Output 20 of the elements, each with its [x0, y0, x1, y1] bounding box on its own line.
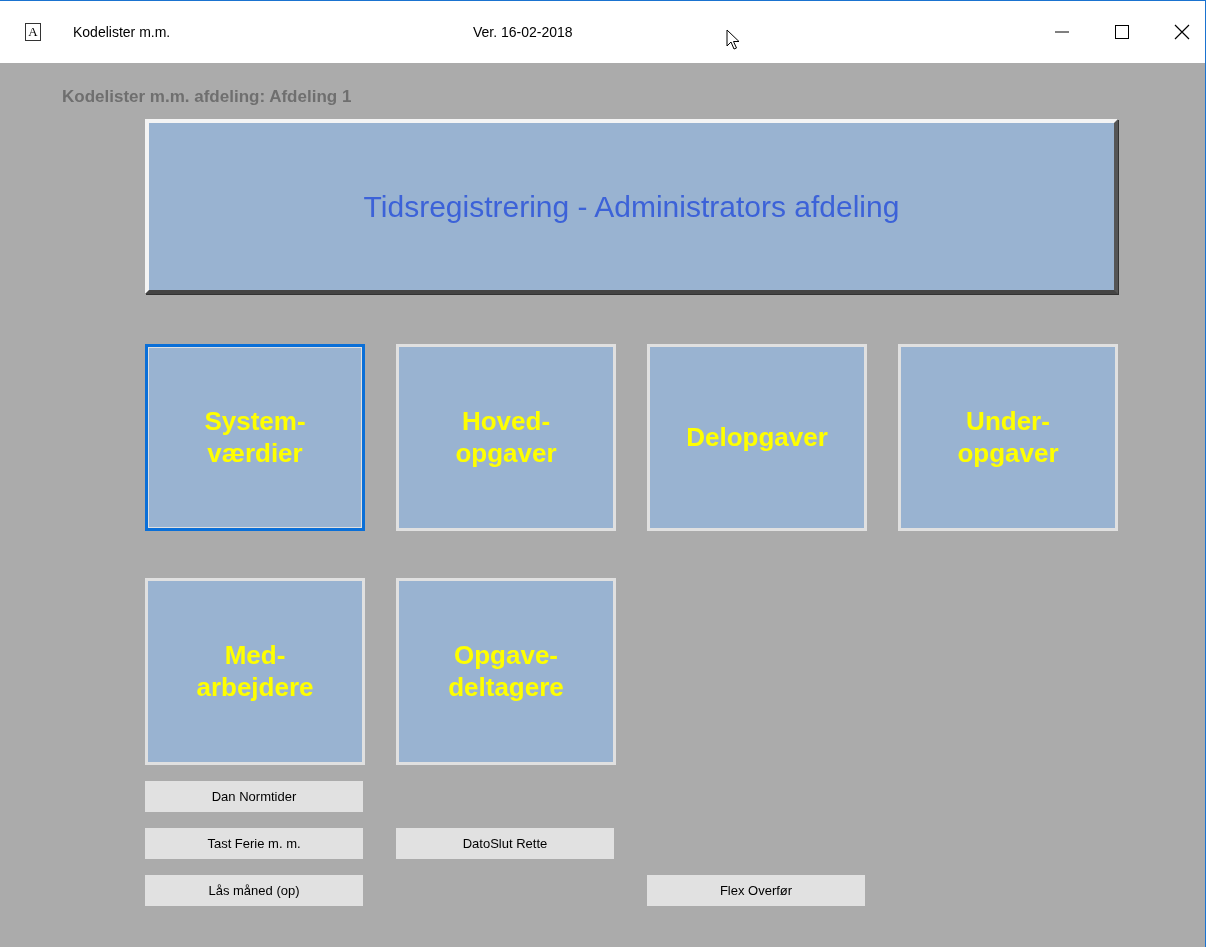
menu-tile[interactable]: System- værdier [145, 344, 365, 531]
app-icon: A [25, 23, 41, 41]
minimize-icon [1055, 31, 1069, 33]
window-title: Kodelister m.m. [73, 24, 172, 40]
pointer-icon [726, 29, 740, 51]
menu-tile[interactable]: Under- opgaver [898, 344, 1118, 531]
menu-tile[interactable]: Opgave- deltagere [396, 578, 616, 765]
department-label: Kodelister m.m. afdeling: Afdeling 1 [62, 87, 352, 107]
action-button[interactable]: Tast Ferie m. m. [145, 828, 363, 859]
close-icon [1174, 24, 1190, 40]
action-button[interactable]: Dan Normtider [145, 781, 363, 812]
banner-title: Tidsregistrering - Administrators afdeling [145, 119, 1118, 294]
action-button[interactable]: DatoSlut Rette [396, 828, 614, 859]
version-label: Ver. 16-02-2018 [473, 24, 573, 40]
action-button[interactable]: Lås måned (op) [145, 875, 363, 906]
maximize-icon [1114, 24, 1130, 40]
menu-tile[interactable]: Med- arbejdere [145, 578, 365, 765]
menu-tile[interactable]: Hoved- opgaver [396, 344, 616, 531]
menu-tile[interactable]: Delopgaver [647, 344, 867, 531]
action-button[interactable]: Flex Overfør [647, 875, 865, 906]
